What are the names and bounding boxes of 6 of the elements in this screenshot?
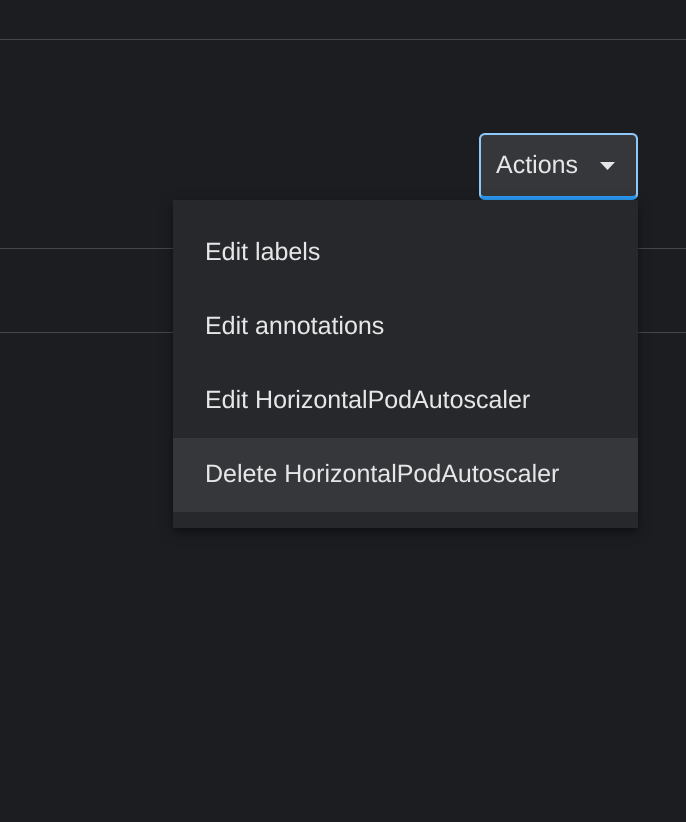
menu-item[interactable]: Edit labels [173,216,638,290]
actions-dropdown-button[interactable]: Actions [479,133,638,200]
caret-down-icon [600,162,615,170]
menu-item[interactable]: Delete HorizontalPodAutoscaler [173,438,638,512]
menu-item[interactable]: Edit HorizontalPodAutoscaler [173,364,638,438]
menu-item[interactable]: Edit annotations [173,290,638,364]
